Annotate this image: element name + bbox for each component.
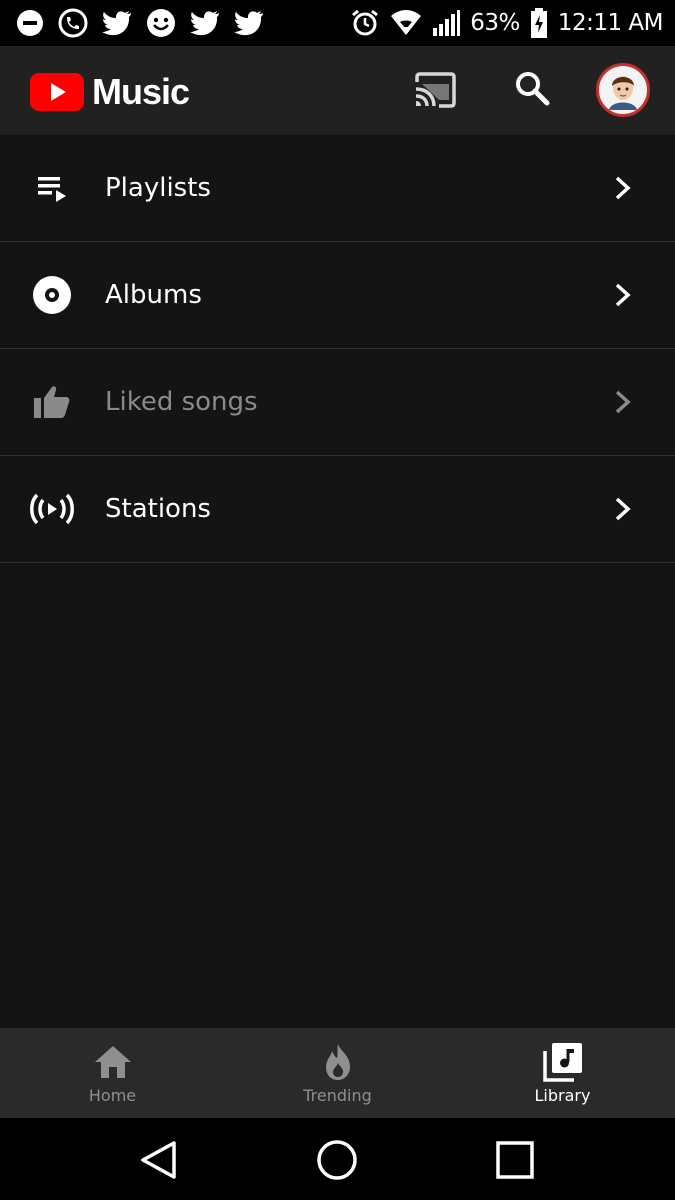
library-item-stations[interactable]: Stations [0,456,675,563]
account-avatar[interactable] [596,63,650,117]
battery-charging-icon [530,8,547,38]
nav-library[interactable]: Library [450,1028,675,1118]
flame-icon [318,1042,358,1082]
youtube-music-logo[interactable]: Music [30,71,190,113]
nav-label: Library [534,1085,591,1105]
twitter-icon [234,11,263,36]
alarm-icon [352,9,379,36]
avatar-face-icon [601,68,645,112]
app-header: Music [0,46,675,135]
album-icon [28,271,76,319]
library-item-liked-songs[interactable]: Liked songs [0,349,675,456]
library-item-playlists[interactable]: Playlists [0,135,675,242]
chevron-right-icon [608,494,638,524]
recents-square-icon [496,1141,534,1179]
home-button[interactable] [315,1138,359,1182]
minus-circle-icon [17,10,43,36]
radio-station-icon [28,485,76,533]
library-list: Playlists Albums Liked songs Stations [0,135,675,563]
nav-label: Trending [303,1085,372,1105]
search-icon [516,72,550,106]
notification-icons [16,8,264,38]
chevron-right-icon [608,280,638,310]
youtube-play-logo-icon [30,73,84,111]
search-button[interactable] [510,66,554,110]
wifi-icon [391,10,422,35]
cast-icon [415,72,456,108]
twitter-icon [102,11,131,36]
status-bar: 63% 12:11 AM [0,0,675,46]
recents-button[interactable] [493,1138,537,1182]
cast-button[interactable] [410,70,460,110]
playlist-icon [28,164,76,212]
library-item-albums[interactable]: Albums [0,242,675,349]
clock: 12:11 AM [557,10,664,36]
chevron-right-icon [608,173,638,203]
thumbs-up-icon [28,378,76,426]
library-item-label: Liked songs [105,387,258,417]
nav-home[interactable]: Home [0,1028,225,1118]
chevron-right-icon [608,387,638,417]
signal-icon [433,10,461,36]
app-name: Music [92,71,190,112]
library-item-label: Stations [105,494,211,524]
nav-trending[interactable]: Trending [225,1028,450,1118]
nav-label: Home [88,1085,137,1105]
system-status: 63% 12:11 AM [350,8,664,38]
library-icon [542,1042,583,1082]
smiley-icon [147,9,175,37]
library-item-label: Albums [105,280,202,310]
library-item-label: Playlists [105,173,211,203]
back-button[interactable] [137,1138,181,1182]
bottom-navigation: Home Trending Library [0,1028,675,1118]
back-triangle-icon [141,1141,176,1179]
twitter-icon [190,11,219,36]
system-navigation-bar [0,1118,675,1200]
wifi-call-icon [58,8,88,38]
home-icon [93,1042,133,1082]
home-circle-icon [317,1140,357,1180]
battery-percent: 63% [470,10,520,36]
